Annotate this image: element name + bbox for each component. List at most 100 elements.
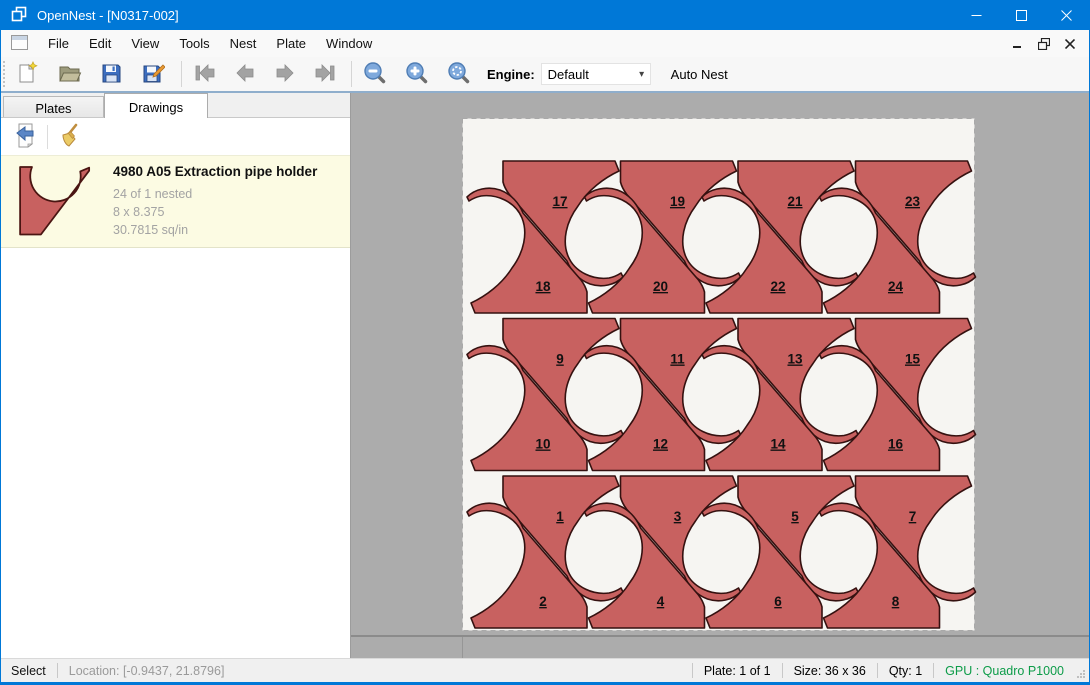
- zoom-out-icon: [363, 61, 387, 88]
- part-label-2: 2: [539, 594, 547, 609]
- drawings-toolbar: [1, 118, 350, 155]
- mdi-restore-button[interactable]: [1031, 33, 1057, 55]
- import-drawing-button[interactable]: [9, 122, 43, 152]
- menu-bar: File Edit View Tools Nest Plate Window: [1, 30, 1089, 57]
- engine-label: Engine:: [487, 67, 535, 82]
- broom-icon: [56, 122, 82, 151]
- save-button[interactable]: [93, 59, 129, 89]
- close-button[interactable]: [1044, 0, 1089, 30]
- tab-drawings[interactable]: Drawings: [104, 93, 208, 118]
- part-label-8: 8: [892, 594, 900, 609]
- part-label-16: 16: [888, 437, 904, 452]
- part-label-1: 1: [556, 509, 564, 524]
- part-label-22: 22: [770, 279, 785, 294]
- minimize-button[interactable]: [954, 0, 999, 30]
- part-label-6: 6: [774, 594, 782, 609]
- next-plate-button[interactable]: [267, 59, 303, 89]
- drawing-nested-count: 24 of 1 nested: [113, 185, 317, 203]
- part-label-23: 23: [905, 194, 921, 209]
- part-label-17: 17: [552, 194, 567, 209]
- zoom-in-button[interactable]: [399, 59, 435, 89]
- menu-window[interactable]: Window: [316, 32, 382, 55]
- go-previous-icon: [234, 63, 256, 86]
- drawing-title: 4980 A05 Extraction pipe holder: [113, 164, 317, 179]
- zoom-out-button[interactable]: [357, 59, 393, 89]
- menu-edit[interactable]: Edit: [79, 32, 121, 55]
- tab-plates[interactable]: Plates: [3, 96, 104, 117]
- menu-tools[interactable]: Tools: [169, 32, 219, 55]
- status-size: Size: 36 x 36: [783, 664, 877, 678]
- new-document-icon: [15, 61, 39, 88]
- mdi-close-button[interactable]: [1057, 33, 1083, 55]
- main-toolbar: Engine: Default ▾ Auto Nest: [1, 57, 1089, 93]
- content-area: Plates Drawings: [1, 93, 1089, 658]
- part-label-9: 9: [556, 352, 564, 367]
- go-first-icon: [193, 63, 217, 86]
- zoom-in-icon: [405, 61, 429, 88]
- nest-canvas[interactable]: 171819202122232491011121314151612345678: [351, 93, 1089, 658]
- status-plate: Plate: 1 of 1: [693, 664, 782, 678]
- part-label-3: 3: [674, 509, 682, 524]
- go-last-icon: [313, 63, 337, 86]
- part-label-15: 15: [905, 352, 921, 367]
- save-icon: [99, 61, 123, 88]
- status-mode: Select: [1, 664, 57, 678]
- first-plate-button[interactable]: [187, 59, 223, 89]
- part-label-11: 11: [670, 352, 685, 367]
- menu-nest[interactable]: Nest: [220, 32, 267, 55]
- last-plate-button[interactable]: [307, 59, 343, 89]
- document-icon[interactable]: [11, 35, 28, 53]
- clean-button[interactable]: [52, 122, 86, 152]
- menu-file[interactable]: File: [38, 32, 79, 55]
- zoom-fit-icon: [447, 61, 471, 88]
- part-label-4: 4: [657, 594, 665, 609]
- resize-grip[interactable]: [1075, 659, 1089, 682]
- part-label-20: 20: [653, 279, 668, 294]
- menu-plate[interactable]: Plate: [266, 32, 316, 55]
- engine-value: Default: [548, 67, 634, 82]
- scrollbar-divider: [462, 637, 463, 658]
- part-label-12: 12: [653, 437, 668, 452]
- mdi-minimize-button[interactable]: [1005, 33, 1031, 55]
- drawing-list-item[interactable]: 4980 A05 Extraction pipe holder 24 of 1 …: [1, 155, 350, 248]
- part-label-21: 21: [787, 194, 803, 209]
- engine-select[interactable]: Default ▾: [541, 63, 651, 85]
- part-label-14: 14: [770, 437, 786, 452]
- part-label-5: 5: [791, 509, 799, 524]
- drawing-size: 8 x 8.375: [113, 203, 317, 221]
- status-gpu: GPU : Quadro P1000: [934, 664, 1075, 678]
- drawing-area: 30.7815 sq/in: [113, 221, 317, 239]
- window-title: OpenNest - [N0317-002]: [37, 8, 179, 23]
- title-bar: OpenNest - [N0317-002]: [1, 0, 1089, 30]
- part-label-24: 24: [888, 279, 904, 294]
- go-next-icon: [274, 63, 296, 86]
- status-qty: Qty: 1: [878, 664, 933, 678]
- tab-strip: Plates Drawings: [1, 93, 350, 118]
- part-label-18: 18: [535, 279, 551, 294]
- save-as-icon: [141, 61, 165, 88]
- part-label-13: 13: [787, 352, 803, 367]
- part-label-7: 7: [909, 509, 917, 524]
- chevron-down-icon: ▾: [634, 69, 650, 80]
- app-icon: [10, 5, 28, 26]
- maximize-button[interactable]: [999, 0, 1044, 30]
- zoom-fit-button[interactable]: [441, 59, 477, 89]
- open-button[interactable]: [51, 59, 87, 89]
- part-label-19: 19: [670, 194, 685, 209]
- plate-svg: 171819202122232491011121314151612345678: [462, 118, 975, 631]
- new-document-button[interactable]: [9, 59, 45, 89]
- import-drawing-icon: [13, 122, 39, 151]
- auto-nest-button[interactable]: Auto Nest: [663, 63, 736, 86]
- app-window: OpenNest - [N0317-002] File Edit View To…: [0, 0, 1090, 685]
- previous-plate-button[interactable]: [227, 59, 263, 89]
- status-bar: Select Location: [-0.9437, 21.8796] Plat…: [1, 658, 1089, 682]
- menu-view[interactable]: View: [121, 32, 169, 55]
- open-folder-icon: [57, 61, 82, 88]
- left-panel: Plates Drawings: [1, 93, 351, 658]
- part-label-10: 10: [535, 437, 550, 452]
- status-location: Location: [-0.9437, 21.8796]: [58, 664, 236, 678]
- plate[interactable]: 171819202122232491011121314151612345678: [462, 118, 975, 631]
- save-as-button[interactable]: [135, 59, 171, 89]
- part-thumbnail: [9, 164, 101, 236]
- horizontal-scrollbar[interactable]: [351, 635, 1089, 658]
